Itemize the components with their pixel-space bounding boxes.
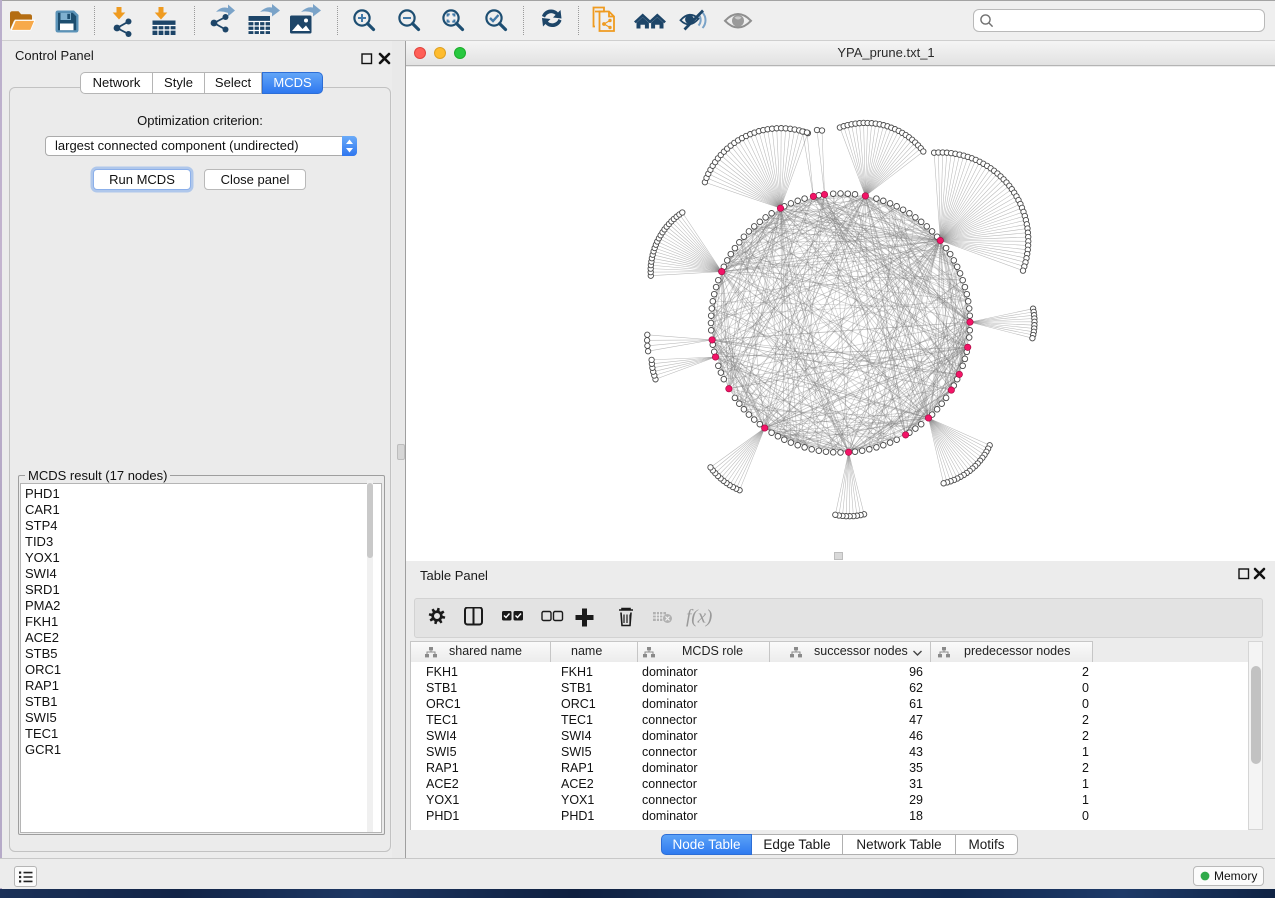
svg-text:f(x): f(x): [686, 607, 712, 628]
